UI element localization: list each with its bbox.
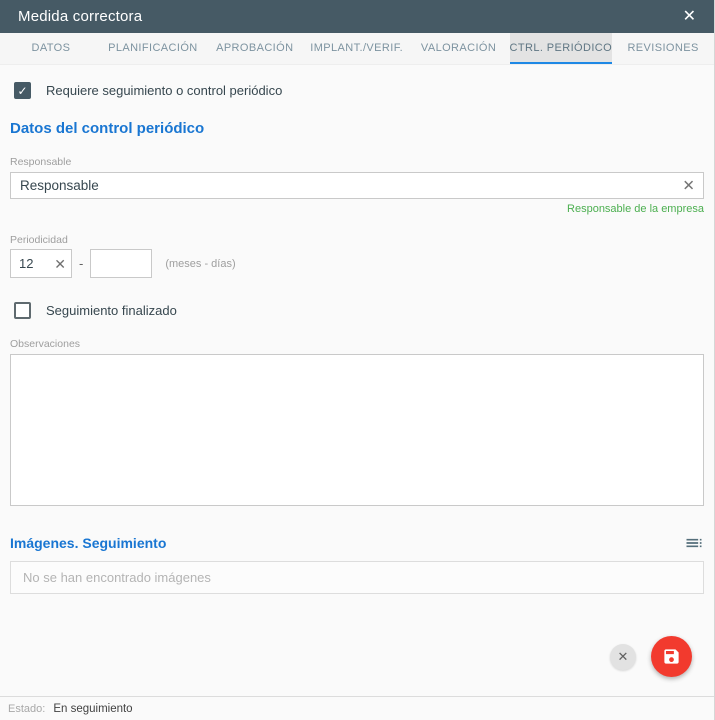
requiere-seguimiento-checkbox[interactable]: ✓ Requiere seguimiento o control periódi… xyxy=(10,82,704,99)
periodicidad-dias-input[interactable] xyxy=(90,249,153,278)
cancel-icon: ✕ xyxy=(617,648,629,664)
tab-revisiones[interactable]: REVISIONES xyxy=(612,33,714,64)
image-list-menu-icon[interactable] xyxy=(684,533,704,553)
estado-label: Estado: xyxy=(8,702,46,715)
tab-valoracion[interactable]: VALORACIÓN xyxy=(408,33,510,64)
periodicidad-row: ✕ - (meses - días) xyxy=(10,249,704,278)
tab-ctrl-periodico[interactable]: CTRL. PERIÓDICO xyxy=(509,33,613,64)
responsable-helper-text: Responsable de la empresa xyxy=(567,203,704,215)
requiere-seguimiento-label: Requiere seguimiento o control periódico xyxy=(46,83,283,98)
imagenes-header: Imágenes. Seguimiento xyxy=(10,533,704,553)
periodicidad-clear-icon[interactable]: ✕ xyxy=(54,257,66,271)
checkbox-checked-icon[interactable]: ✓ xyxy=(14,82,31,99)
tab-datos[interactable]: DATOS xyxy=(0,33,102,64)
tab-planificacion[interactable]: PLANIFICACIÓN xyxy=(102,33,204,64)
save-icon xyxy=(664,649,679,664)
cancel-button[interactable]: ✕ xyxy=(610,643,636,670)
periodicidad-label: Periodicidad xyxy=(10,234,68,246)
observaciones-label: Observaciones xyxy=(10,338,81,350)
periodicidad-separator: - xyxy=(79,256,84,271)
tab-aprobacion[interactable]: APROBACIÓN xyxy=(204,33,306,64)
imagenes-empty-message: No se han encontrado imágenes xyxy=(23,570,211,585)
tab-bar: DATOS PLANIFICACIÓN APROBACIÓN IMPLANT./… xyxy=(0,33,714,65)
checkbox-unchecked-icon[interactable] xyxy=(14,302,31,319)
dialog-title: Medida correctora xyxy=(18,8,143,25)
dialog-titlebar: Medida correctora ✕ xyxy=(0,0,714,33)
seguimiento-finalizado-label: Seguimiento finalizado xyxy=(46,303,177,318)
status-bar: Estado: En seguimiento xyxy=(0,696,714,720)
responsable-label: Responsable xyxy=(10,156,72,168)
periodicidad-hint: (meses - días) xyxy=(165,257,236,270)
responsable-clear-icon[interactable]: ✕ xyxy=(682,178,695,193)
responsable-field-wrap: ✕ xyxy=(10,172,704,199)
medida-correctora-dialog: Medida correctora ✕ DATOS PLANIFICACIÓN … xyxy=(0,0,715,720)
observaciones-textarea[interactable] xyxy=(10,354,704,506)
responsable-input[interactable] xyxy=(10,172,704,199)
close-icon[interactable]: ✕ xyxy=(683,8,696,25)
save-button[interactable] xyxy=(651,636,692,677)
seguimiento-finalizado-checkbox[interactable]: Seguimiento finalizado xyxy=(10,302,704,319)
periodicidad-dias-wrap xyxy=(90,249,153,278)
tab-content: ✓ Requiere seguimiento o control periódi… xyxy=(0,65,714,696)
tab-implant-verif[interactable]: IMPLANT./VERIF. xyxy=(306,33,408,64)
imagenes-title: Imágenes. Seguimiento xyxy=(10,535,167,551)
imagenes-empty-box: No se han encontrado imágenes xyxy=(10,561,704,594)
section-title: Datos del control periódico xyxy=(10,120,205,137)
estado-value: En seguimiento xyxy=(53,702,133,715)
periodicidad-meses-wrap: ✕ xyxy=(10,249,72,278)
action-buttons: ✕ xyxy=(610,636,692,677)
